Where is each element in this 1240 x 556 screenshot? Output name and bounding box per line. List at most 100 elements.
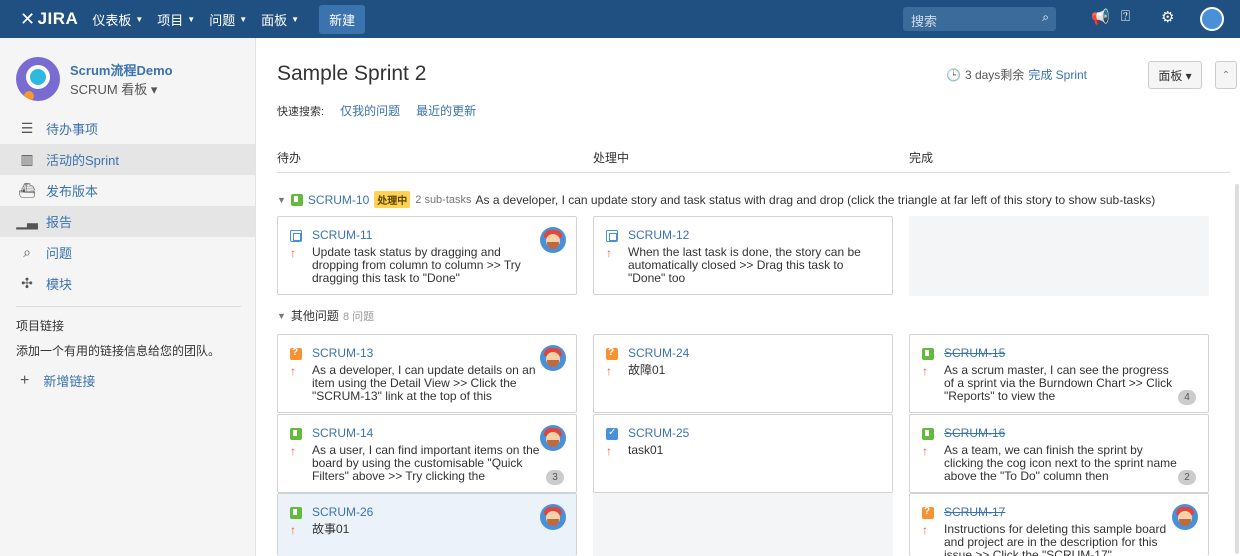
issue-card[interactable]: SCRUM-26 ↑ 故事01	[277, 493, 577, 556]
board-icon: ▥	[20, 151, 34, 167]
subtask-count-badge: 3	[546, 470, 564, 485]
priority-high-icon: ↑	[922, 444, 928, 458]
sidebar-item-active-sprint[interactable]: ▥ 活动的Sprint	[0, 144, 255, 175]
story-icon	[922, 428, 934, 440]
search-icon: ⌕	[1042, 10, 1049, 24]
issue-summary: Instructions for deleting this sample bo…	[944, 523, 1167, 556]
swimlane-title: 其他问题	[290, 309, 339, 323]
subtask-count: 2 sub-tasks	[415, 193, 472, 206]
scrollbar[interactable]	[1235, 184, 1239, 554]
avatar	[540, 425, 566, 451]
sprint-remaining: 🕒 3 days剩余 完成 Sprint	[946, 66, 1087, 83]
issue-summary: When the last task is done, the story ca…	[628, 246, 861, 285]
create-button[interactable]: 新建	[319, 4, 366, 34]
issue-key[interactable]: SCRUM-13	[312, 346, 373, 360]
chevron-down-icon[interactable]: ▼	[277, 195, 286, 205]
issue-summary: 故障01	[628, 364, 666, 377]
add-link-button[interactable]: + 新增链接	[16, 371, 95, 390]
issue-key[interactable]: SCRUM-24	[628, 346, 689, 360]
search-list-icon: ⌕	[23, 244, 31, 260]
question-icon	[606, 347, 618, 360]
ship-icon: ⛴	[18, 182, 36, 198]
search-input[interactable]: 搜索 ⌕	[903, 7, 1056, 31]
issue-card[interactable]: SCRUM-14 ↑ As a user, I can find importa…	[277, 414, 577, 493]
issue-key[interactable]: SCRUM-17	[944, 505, 1005, 519]
swimlane-other-issues[interactable]: ▼ 其他问题 8 问题	[277, 307, 1212, 324]
subtask-count-badge: 2	[1178, 470, 1196, 485]
column-drop-zone	[909, 216, 1209, 296]
issue-card[interactable]: SCRUM-11 ↑ Update task status by draggin…	[277, 216, 577, 295]
issue-key[interactable]: SCRUM-11	[312, 228, 372, 242]
chevron-down-icon: ▼	[135, 14, 144, 24]
issue-count: 8 问题	[342, 310, 375, 323]
board-selector[interactable]: SCRUM 看板 ▾	[70, 79, 157, 98]
avatar[interactable]	[1200, 7, 1224, 31]
plus-icon: +	[20, 371, 30, 389]
subtask-count-badge: 4	[1178, 390, 1196, 405]
backlog-icon: ☰	[20, 120, 34, 136]
issue-card[interactable]: SCRUM-17 ↑ Instructions for deleting thi…	[909, 493, 1209, 556]
issue-summary: 故事01	[312, 523, 350, 536]
project-name[interactable]: Scrum流程Demo	[70, 60, 173, 79]
sidebar-item-issues[interactable]: ⌕ 问题	[0, 237, 255, 268]
avatar	[1172, 504, 1198, 530]
subtask-icon	[290, 230, 302, 242]
jira-logo[interactable]: ✕ JIRA	[20, 9, 78, 30]
swimlane-scrum-10[interactable]: ▼ SCRUM-10 处理中 2 sub-tasks As a develope…	[277, 191, 1212, 208]
sidebar-item-backlog[interactable]: ☰ 待办事项	[0, 113, 255, 144]
issue-key[interactable]: SCRUM-12	[628, 228, 689, 242]
quick-filter-only-my-issues[interactable]: 仅我的问题	[340, 102, 400, 119]
issue-key[interactable]: SCRUM-15	[944, 346, 1005, 360]
board-menu-button[interactable]: 面板 ▾	[1148, 61, 1202, 89]
issue-summary: Update task status by dragging and dropp…	[312, 246, 521, 285]
chevron-down-icon: ▼	[187, 14, 196, 24]
issue-summary: As a user, I can find important items on…	[312, 444, 540, 483]
puzzle-icon: ✣	[21, 275, 33, 291]
story-icon	[290, 428, 302, 440]
nav-projects[interactable]: 项目 ▼	[157, 10, 195, 29]
priority-high-icon: ↑	[922, 364, 928, 378]
divider	[16, 306, 241, 307]
issue-card[interactable]: SCRUM-16 ↑ As a team, we can finish the …	[909, 414, 1209, 493]
issue-key[interactable]: SCRUM-16	[944, 426, 1005, 440]
issue-key[interactable]: SCRUM-25	[628, 426, 689, 440]
nav-dashboards[interactable]: 仪表板 ▼	[92, 10, 143, 29]
project-links-title: 项目链接	[16, 319, 65, 333]
gear-icon[interactable]: ⚙	[1161, 8, 1174, 26]
issue-card[interactable]: SCRUM-12 ↑ When the last task is done, t…	[593, 216, 893, 295]
issue-card[interactable]: SCRUM-15 ↑ As a scrum master, I can see …	[909, 334, 1209, 413]
chevron-down-icon: ▼	[239, 14, 248, 24]
feedback-icon[interactable]: 📢	[1091, 8, 1110, 26]
story-icon	[290, 193, 303, 206]
priority-high-icon: ↑	[922, 523, 928, 537]
help-icon[interactable]: ⍰	[1121, 8, 1130, 25]
sidebar-item-reports[interactable]: ▁▃ 报告	[0, 206, 255, 237]
story-icon	[922, 348, 934, 360]
quick-filter-recently-updated[interactable]: 最近的更新	[416, 102, 476, 119]
sidebar-item-components[interactable]: ✣ 模块	[0, 268, 255, 299]
issue-summary: task01	[628, 444, 664, 457]
avatar	[540, 345, 566, 371]
complete-sprint-link[interactable]: 完成 Sprint	[1028, 66, 1087, 83]
priority-high-icon: ↑	[290, 364, 296, 378]
issue-card[interactable]: SCRUM-24 ↑ 故障01	[593, 334, 893, 413]
status-badge: 处理中	[374, 191, 411, 208]
issue-card[interactable]: SCRUM-13 ↑ As a developer, I can update …	[277, 334, 577, 413]
top-nav: ✕ JIRA 仪表板 ▼ 项目 ▼ 问题 ▼ 面板 ▼ 新建 搜索 ⌕ 📢 ⍰ ⚙	[0, 0, 1240, 38]
chevron-down-icon: ▼	[291, 14, 300, 24]
sidebar-item-releases[interactable]: ⛴ 发布版本	[0, 175, 255, 206]
chevron-down-icon[interactable]: ▼	[277, 311, 286, 321]
project-avatar[interactable]	[16, 57, 60, 101]
nav-issues[interactable]: 问题 ▼	[209, 10, 247, 29]
swimlane-summary: As a developer, I can update story and t…	[475, 192, 1156, 207]
issue-key[interactable]: SCRUM-10	[308, 193, 369, 207]
page-title: Sample Sprint 2	[277, 62, 427, 85]
issue-summary: As a team, we can finish the sprint by c…	[944, 444, 1177, 483]
issue-card[interactable]: SCRUM-25 ↑ task01	[593, 414, 893, 493]
issue-key[interactable]: SCRUM-26	[312, 505, 373, 519]
collapse-button[interactable]: ⌃	[1215, 61, 1237, 89]
issue-key[interactable]: SCRUM-14	[312, 426, 373, 440]
priority-high-icon: ↑	[290, 444, 296, 458]
nav-boards[interactable]: 面板 ▼	[261, 10, 299, 29]
priority-high-icon: ↑	[606, 246, 612, 260]
